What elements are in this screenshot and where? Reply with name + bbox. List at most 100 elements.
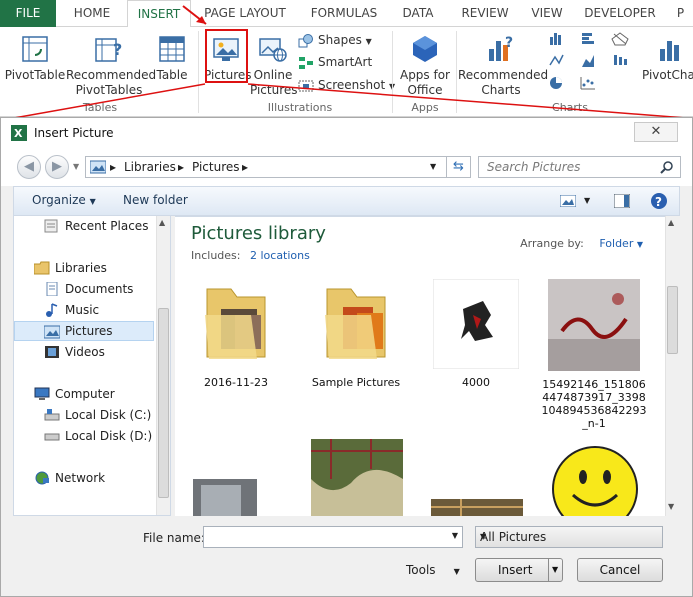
nav-recent-places[interactable]: Recent Places [14,216,154,236]
address-row: ◀ ▶ ▼ ▸ Libraries ▸ Pictures ▸ ▼ ⇆ Searc… [1,148,692,186]
library-title: Pictures library [191,223,326,244]
new-folder-button[interactable]: New folder [123,193,188,207]
organize-chevron-down-icon: ▼ [89,197,96,206]
breadcrumb-pictures[interactable]: Pictures [192,160,240,174]
dialog-bottom-bar: File name: ▼ All Pictures ▼ Tools ▼ Inser… [1,516,692,596]
nav-scrollbar[interactable]: ▲ [156,216,170,515]
nav-local-disk-d[interactable]: Local Disk (D:) [14,426,154,446]
file-item-folder-sample-pictures[interactable]: Sample Pictures [301,279,411,389]
documents-icon [46,282,58,296]
refresh-button[interactable]: ⇆ [447,156,471,178]
scroll-up-icon[interactable]: ▲ [159,218,165,227]
recent-places-icon [44,219,58,233]
videos-icon [45,346,59,358]
breadcrumb-separator-icon: ▸ [110,160,117,174]
refresh-icon: ⇆ [453,159,464,174]
file-item-image-15492146[interactable]: 15492146_1518064474873917_33981048945368… [539,279,649,430]
nav-computer[interactable]: Computer [14,384,154,404]
file-list-scrollbar-thumb[interactable] [667,286,678,354]
nav-local-disk-c[interactable]: Local Disk (C:) [14,405,154,425]
search-box[interactable]: Search Pictures [478,156,681,178]
annotation-arrows [13,5,687,119]
nav-scrollbar-thumb[interactable] [158,308,169,498]
svg-text:X: X [14,127,23,140]
view-options-icon[interactable] [560,195,576,207]
breadcrumb-libraries[interactable]: Libraries [124,160,176,174]
nav-libraries[interactable]: Libraries [14,258,154,278]
nav-videos[interactable]: Videos [14,342,154,362]
tools-chevron-down-icon: ▼ [453,567,460,576]
breadcrumb-separator-icon: ▸ [178,160,185,174]
dialog-title-bar: X Insert Picture ✕ [1,118,692,148]
forward-button[interactable]: ▶ [45,155,69,179]
file-label: 2016-11-23 [204,376,268,389]
svg-text:?: ? [655,195,662,209]
file-label: 15492146_1518064474873917_33981048945368… [541,378,647,430]
nav-pictures[interactable]: Pictures [14,321,154,341]
scroll-down-icon[interactable]: ▼ [668,502,674,511]
search-icon[interactable] [660,160,674,174]
image-thumbnail-plaid-icon[interactable] [311,439,403,516]
scroll-up-icon[interactable]: ▲ [668,218,674,227]
nav-documents[interactable]: Documents [14,279,154,299]
excel-icon: X [11,125,27,141]
music-icon [46,303,58,317]
address-chevron-down-icon[interactable]: ▼ [430,162,436,171]
cancel-button[interactable]: Cancel [577,558,663,582]
file-label: 4000 [462,376,490,389]
address-bar[interactable]: ▸ Libraries ▸ Pictures ▸ ▼ [85,156,447,178]
folder-icon [325,288,386,359]
file-item-image-4000[interactable]: 4000 [421,278,531,389]
file-name-chevron-down-icon[interactable]: ▼ [452,531,458,540]
nav-network[interactable]: Network [14,468,154,488]
nav-label: Music [65,303,100,317]
arrange-chevron-down-icon: ▼ [636,240,643,249]
file-list-scrollbar[interactable]: ▲ ▼ [665,216,679,516]
image-thumbnail-photo-icon[interactable] [193,479,257,516]
image-thumbnail-plaid-icon[interactable] [431,499,523,516]
computer-icon [34,387,50,400]
organize-label: Organize [32,193,86,207]
nav-label: Local Disk (D:) [65,429,153,443]
local-disk-d-icon [44,433,60,441]
insert-button[interactable]: Insert ▼ [475,558,563,582]
pictures-library-icon [90,160,106,174]
file-item-folder-2016-11-23[interactable]: 2016-11-23 [181,279,291,389]
image-thumbnail-text-art-icon [548,279,640,371]
nav-label: Network [55,471,106,485]
recent-locations-chevron-down-icon[interactable]: ▼ [73,162,79,171]
file-label: Sample Pictures [311,376,401,389]
image-thumbnail-smiley-icon[interactable] [549,443,641,516]
includes-locations-link[interactable]: 2 locations [250,249,310,262]
preview-pane-icon[interactable] [614,194,630,208]
help-icon[interactable]: ? [650,192,668,210]
nav-music[interactable]: Music [14,300,154,320]
back-button[interactable]: ◀ [17,155,41,179]
pictures-nav-icon [44,325,60,339]
insert-picture-dialog: X Insert Picture ✕ ◀ ▶ ▼ ▸ Libraries ▸ P… [0,117,693,597]
view-options-chevron-down-icon[interactable]: ▼ [584,196,590,205]
library-includes: Includes: 2 locations [191,249,310,262]
tools-label: Tools [406,563,436,577]
tools-menu[interactable]: Tools ▼ [406,559,460,583]
dialog-title: Insert Picture [34,126,114,140]
close-button[interactable]: ✕ [634,122,678,142]
includes-label: Includes: [191,249,241,262]
file-type-chevron-down-icon: ▼ [480,532,487,541]
search-placeholder: Search Pictures [487,160,581,174]
network-icon [35,471,49,485]
nav-label: Computer [55,387,115,401]
nav-label: Libraries [55,261,107,275]
file-name-label: File name: [143,531,205,545]
back-arrow-icon: ◀ [24,159,34,174]
file-type-select[interactable]: All Pictures ▼ [475,526,663,548]
arrange-by-label: Arrange by: [520,237,584,250]
organize-button[interactable]: Organize ▼ [32,193,96,207]
nav-label: Recent Places [65,219,149,233]
file-name-input[interactable]: ▼ [203,526,463,548]
navigation-pane: Recent Places Libraries Documents Music … [13,216,171,516]
nav-label: Documents [65,282,134,296]
insert-options-chevron-down-icon[interactable]: ▼ [548,559,558,581]
file-list-area: Pictures library Includes: 2 locations A… [175,216,665,516]
arrange-by-dropdown[interactable]: Folder ▼ [599,237,643,250]
